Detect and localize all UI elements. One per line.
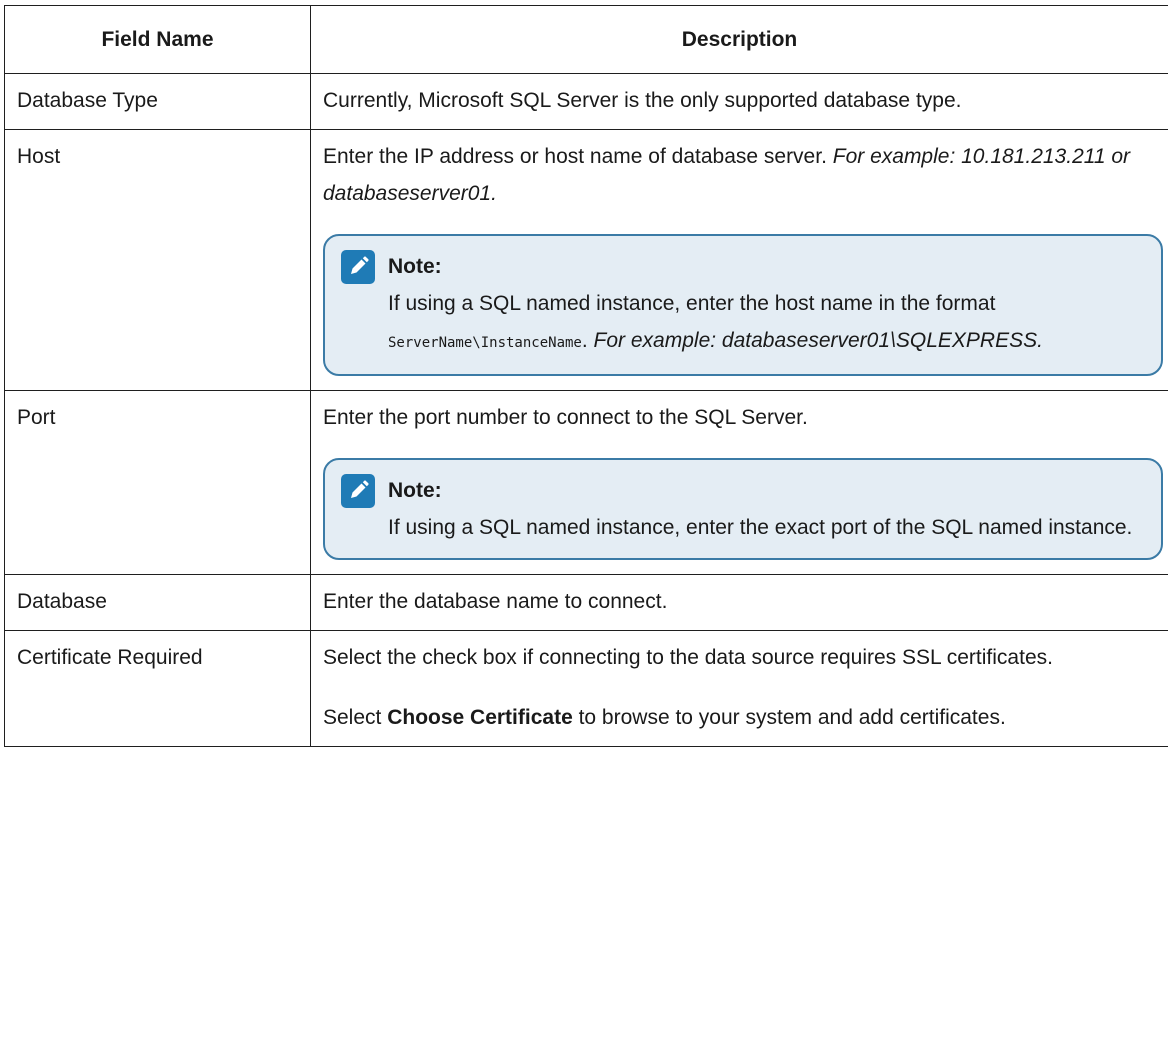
note-title: Note:	[388, 255, 442, 278]
field-name-cell: Database	[4, 574, 311, 631]
table-row-database-type: Database Type Currently, Microsoft SQL S…	[4, 73, 1168, 130]
description-text: Currently, Microsoft SQL Server is the o…	[323, 89, 962, 112]
description-text-2: Select Choose Certificate to browse to y…	[323, 699, 1158, 736]
note-header: Note:	[341, 472, 1145, 509]
note-text-after: .	[581, 329, 594, 352]
table-row-port: Port Enter the port number to connect to…	[4, 390, 1168, 575]
note-box: Note: If using a SQL named instance, ent…	[323, 458, 1163, 560]
description-text-after: to browse to your system and add certifi…	[572, 706, 1006, 729]
header-field-name: Field Name	[4, 5, 311, 74]
description-text-before: Select	[323, 706, 388, 729]
description-cell: Currently, Microsoft SQL Server is the o…	[310, 73, 1168, 130]
field-name-cell: Database Type	[4, 73, 311, 130]
description-main-text: Enter the IP address or host name of dat…	[323, 145, 833, 168]
table-row-certificate-required: Certificate Required Select the check bo…	[4, 630, 1168, 747]
field-name-cell: Host	[4, 129, 311, 391]
description-text: Enter the port number to connect to the …	[323, 406, 808, 429]
description-cell: Enter the IP address or host name of dat…	[310, 129, 1168, 391]
note-title: Note:	[388, 479, 442, 502]
note-code: ServerName\InstanceName	[388, 335, 582, 351]
note-text: If using a SQL named instance, enter the…	[388, 292, 996, 315]
table-header-row: Field Name Description	[4, 5, 1168, 74]
field-description-table: Field Name Description Database Type Cur…	[4, 5, 1168, 747]
field-name-cell: Port	[4, 390, 311, 575]
description-cell: Enter the port number to connect to the …	[310, 390, 1168, 575]
description-cell: Select the check box if connecting to th…	[310, 630, 1168, 747]
description-cell: Enter the database name to connect.	[310, 574, 1168, 631]
table-row-host: Host Enter the IP address or host name o…	[4, 129, 1168, 391]
note-box: Note: If using a SQL named instance, ent…	[323, 234, 1163, 376]
choose-certificate-label: Choose Certificate	[387, 706, 573, 729]
description-text: Enter the IP address or host name of dat…	[323, 138, 1158, 212]
note-body: If using a SQL named instance, enter the…	[388, 285, 1145, 362]
table-row-database: Database Enter the database name to conn…	[4, 574, 1168, 631]
note-header: Note:	[341, 248, 1145, 285]
field-name-cell: Certificate Required	[4, 630, 311, 747]
note-body: If using a SQL named instance, enter the…	[388, 516, 1133, 539]
pencil-note-icon	[341, 473, 375, 508]
description-text: Select the check box if connecting to th…	[323, 646, 1053, 669]
description-text: Enter the database name to connect.	[323, 590, 668, 613]
header-description: Description	[310, 5, 1168, 74]
pencil-note-icon	[341, 249, 375, 284]
note-example-text: For example: databaseserv­er01\SQLEXPRES…	[593, 329, 1043, 352]
